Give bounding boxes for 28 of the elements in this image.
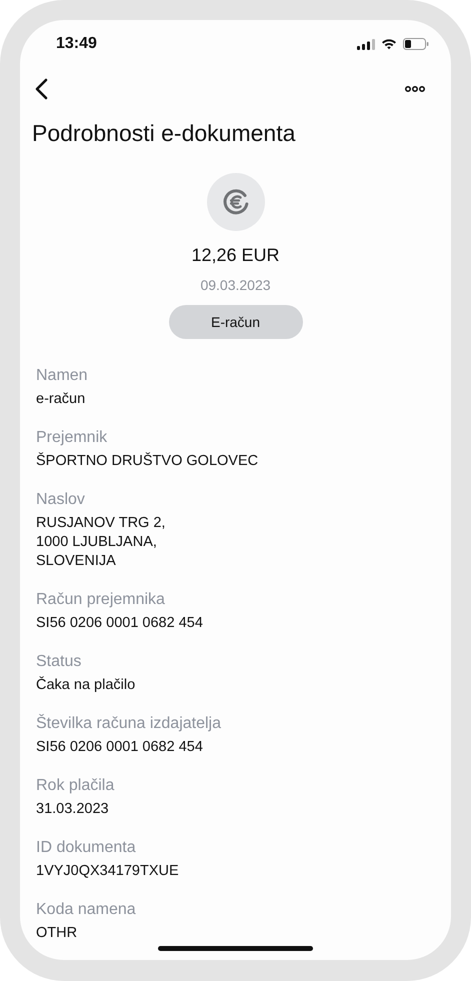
field-value: OTHR <box>36 924 78 943</box>
field-label: Naslov <box>36 490 86 510</box>
date-text: 09.03.2023 <box>200 277 271 293</box>
field-value: ŠPORTNO DRUŠTVO GOLOVEC <box>36 452 260 471</box>
field-label: ID dokumenta <box>36 838 137 858</box>
field-label: Številka računa izdajatelja <box>36 713 222 734</box>
field-value: 31.03.2023 <box>36 800 110 819</box>
field-label: Rok plačila <box>36 776 116 796</box>
field-label: Prejemnik <box>36 428 108 448</box>
amount-text: 12,26 EUR <box>191 245 280 266</box>
field-value: e-račun <box>36 390 86 409</box>
type-button[interactable]: E-račun <box>168 305 302 339</box>
field-label: Koda namena <box>36 900 137 920</box>
field-value: SI56 0206 0001 0682 454 <box>36 738 204 757</box>
status-time: 13:49 <box>56 35 97 53</box>
more-icon <box>405 86 425 92</box>
field-value: RUSJANOV TRG 2, 1000 LJUBLJANA, SLOVENIJA <box>36 514 166 571</box>
field-label: Status <box>36 652 82 672</box>
field-label: Namen <box>36 366 89 386</box>
page-title: Podrobnosti e-dokumenta <box>32 120 296 147</box>
field-value: Čaka na plačilo <box>36 676 136 695</box>
field-label: Račun prejemnika <box>36 590 166 610</box>
wifi-icon <box>381 38 397 50</box>
field-value: 1VYJ0QX34179TXUE <box>36 862 180 881</box>
back-icon <box>34 78 48 100</box>
field-value: SI56 0206 0001 0682 454 <box>36 614 204 633</box>
battery-icon <box>403 38 429 50</box>
signal-icon <box>357 38 375 50</box>
